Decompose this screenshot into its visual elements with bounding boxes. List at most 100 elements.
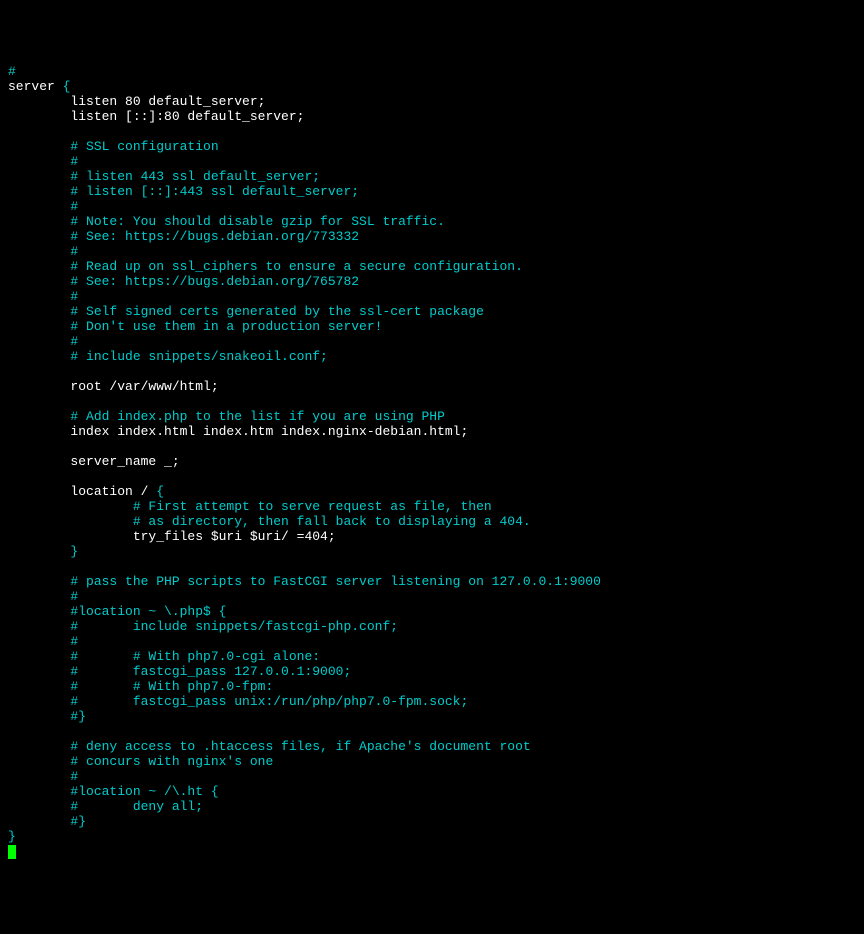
code-line: # Don't use them in a production server!	[8, 319, 856, 334]
code-line: # Self signed certs generated by the ssl…	[8, 304, 856, 319]
code-line: #	[8, 769, 856, 784]
code-line: listen 80 default_server;	[8, 94, 856, 109]
code-line: #}	[8, 709, 856, 724]
code-line: # Note: You should disable gzip for SSL …	[8, 214, 856, 229]
code-text: #	[8, 334, 78, 349]
code-line: #	[8, 244, 856, 259]
code-text: #	[8, 289, 78, 304]
code-text: # See: https://bugs.debian.org/765782	[8, 274, 359, 289]
code-text: # listen 443 ssl default_server;	[8, 169, 320, 184]
code-line: #location ~ \.php$ {	[8, 604, 856, 619]
code-text: # Read up on ssl_ciphers to ensure a sec…	[8, 259, 523, 274]
code-text: #	[8, 64, 16, 79]
code-text: # Self signed certs generated by the ssl…	[8, 304, 484, 319]
code-line	[8, 394, 856, 409]
code-line: # fastcgi_pass 127.0.0.1:9000;	[8, 664, 856, 679]
code-line	[8, 124, 856, 139]
code-line: }	[8, 544, 856, 559]
code-line: # listen 443 ssl default_server;	[8, 169, 856, 184]
code-text: root /var/www/html;	[8, 379, 219, 394]
code-text: #	[8, 769, 78, 784]
code-line: # deny access to .htaccess files, if Apa…	[8, 739, 856, 754]
code-text: # # With php7.0-cgi alone:	[8, 649, 320, 664]
code-line	[8, 724, 856, 739]
code-text: # listen [::]:443 ssl default_server;	[8, 184, 359, 199]
code-text: # concurs with nginx's one	[8, 754, 273, 769]
code-text: listen [::]:80 default_server;	[8, 109, 304, 124]
terminal-editor[interactable]: #server { listen 80 default_server; list…	[8, 64, 856, 859]
code-line: # as directory, then fall back to displa…	[8, 514, 856, 529]
code-text: # # With php7.0-fpm:	[8, 679, 273, 694]
code-line	[8, 439, 856, 454]
code-text: try_files $uri $uri/ =404;	[8, 529, 336, 544]
code-text: # Don't use them in a production server!	[8, 319, 382, 334]
code-line: server {	[8, 79, 856, 94]
code-line: #}	[8, 814, 856, 829]
code-text: #	[8, 199, 78, 214]
code-text: server_name _;	[8, 454, 180, 469]
code-line: server_name _;	[8, 454, 856, 469]
code-line: #	[8, 154, 856, 169]
code-line: #location ~ /\.ht {	[8, 784, 856, 799]
code-line: # First attempt to serve request as file…	[8, 499, 856, 514]
code-text: # Add index.php to the list if you are u…	[8, 409, 445, 424]
code-text: #}	[8, 814, 86, 829]
code-line: # See: https://bugs.debian.org/765782	[8, 274, 856, 289]
code-segment: server	[8, 79, 63, 94]
code-text: index index.html index.htm index.nginx-d…	[8, 424, 468, 439]
code-text: }	[8, 829, 16, 844]
code-line: # SSL configuration	[8, 139, 856, 154]
code-text: #	[8, 634, 78, 649]
code-line: # concurs with nginx's one	[8, 754, 856, 769]
cursor-line	[8, 844, 856, 859]
code-line: listen [::]:80 default_server;	[8, 109, 856, 124]
code-text: # include snippets/fastcgi-php.conf;	[8, 619, 398, 634]
code-line: try_files $uri $uri/ =404;	[8, 529, 856, 544]
code-text: #	[8, 589, 78, 604]
code-text: # See: https://bugs.debian.org/773332	[8, 229, 359, 244]
code-line: #	[8, 289, 856, 304]
code-line: # # With php7.0-cgi alone:	[8, 649, 856, 664]
code-line	[8, 469, 856, 484]
code-line: # include snippets/snakeoil.conf;	[8, 349, 856, 364]
code-line: #	[8, 589, 856, 604]
code-line: #	[8, 199, 856, 214]
code-text: }	[8, 544, 78, 559]
code-line: }	[8, 829, 856, 844]
code-text: # pass the PHP scripts to FastCGI server…	[8, 574, 601, 589]
code-text: # deny access to .htaccess files, if Apa…	[8, 739, 531, 754]
code-line: # # With php7.0-fpm:	[8, 679, 856, 694]
code-text: # fastcgi_pass unix:/run/php/php7.0-fpm.…	[8, 694, 468, 709]
code-line: # Read up on ssl_ciphers to ensure a sec…	[8, 259, 856, 274]
code-line: # Add index.php to the list if you are u…	[8, 409, 856, 424]
code-line: #	[8, 64, 856, 79]
code-line: # include snippets/fastcgi-php.conf;	[8, 619, 856, 634]
code-line	[8, 364, 856, 379]
code-text: # Note: You should disable gzip for SSL …	[8, 214, 445, 229]
code-text: # SSL configuration	[8, 139, 219, 154]
code-segment: location /	[8, 484, 156, 499]
code-segment: {	[63, 79, 71, 94]
code-line: location / {	[8, 484, 856, 499]
code-line: #	[8, 634, 856, 649]
code-line: # fastcgi_pass unix:/run/php/php7.0-fpm.…	[8, 694, 856, 709]
code-line: root /var/www/html;	[8, 379, 856, 394]
code-text: # fastcgi_pass 127.0.0.1:9000;	[8, 664, 351, 679]
code-line: index index.html index.htm index.nginx-d…	[8, 424, 856, 439]
code-text: #location ~ \.php$ {	[8, 604, 226, 619]
code-line: # See: https://bugs.debian.org/773332	[8, 229, 856, 244]
code-text: #	[8, 244, 78, 259]
code-line	[8, 559, 856, 574]
code-line: #	[8, 334, 856, 349]
code-line: # pass the PHP scripts to FastCGI server…	[8, 574, 856, 589]
code-text: #	[8, 154, 78, 169]
code-text: # First attempt to serve request as file…	[8, 499, 492, 514]
code-text: #}	[8, 709, 86, 724]
code-text: # as directory, then fall back to displa…	[8, 514, 531, 529]
cursor-icon	[8, 845, 16, 859]
code-text: # include snippets/snakeoil.conf;	[8, 349, 328, 364]
code-text: #location ~ /\.ht {	[8, 784, 219, 799]
code-line: # deny all;	[8, 799, 856, 814]
code-text: # deny all;	[8, 799, 203, 814]
code-segment: {	[156, 484, 164, 499]
